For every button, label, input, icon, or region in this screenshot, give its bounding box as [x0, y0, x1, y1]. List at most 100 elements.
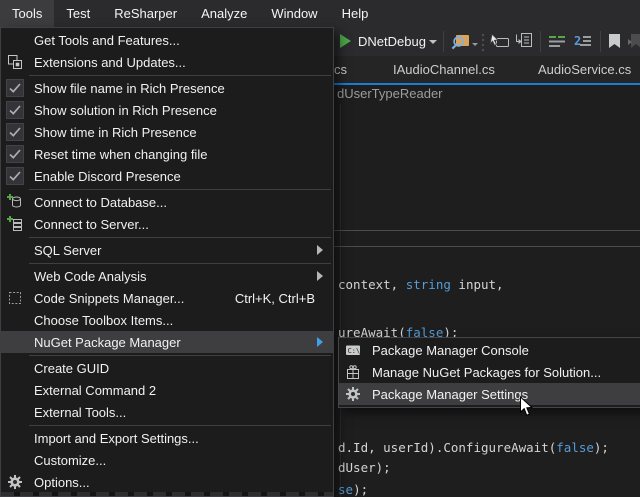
code-line: d.Id, userId).ConfigureAwait(false); [338, 440, 609, 456]
menubar-item-resharper[interactable]: ReSharper [102, 0, 189, 27]
code-line: dUser); [338, 460, 391, 476]
check-icon [6, 145, 24, 163]
tools-menu-item-choose-toolbox-items[interactable]: Choose Toolbox Items... [1, 309, 333, 331]
database-add-icon [5, 193, 25, 211]
code-editor[interactable]: context, string input,ureAwait(false);d.… [334, 104, 640, 497]
debug-target-dropdown[interactable]: DNetDebug [358, 27, 426, 56]
empty-icon-slot [5, 381, 25, 399]
check-icon [6, 123, 24, 141]
tools-menu-item-show-file-name-in-rich-presence[interactable]: Show file name in Rich Presence [1, 77, 333, 99]
tools-menu-item-options[interactable]: Options... [1, 471, 333, 493]
menu-item-label: Choose Toolbox Items... [34, 313, 329, 328]
menu-item-shortcut: Ctrl+K, Ctrl+B [235, 291, 315, 306]
code-keyword: string [406, 277, 451, 292]
check-icon [6, 101, 24, 119]
empty-icon-slot [5, 403, 25, 421]
dropdown-caret-icon[interactable] [429, 40, 437, 44]
navigate-to-icon[interactable] [490, 34, 510, 54]
tools-menu-item-nuget-package-manager[interactable]: NuGet Package Manager [1, 331, 333, 353]
debug-target-label: DNetDebug [358, 34, 426, 49]
tools-menu-item-create-guid[interactable]: Create GUID [1, 357, 333, 379]
tab-audioservice-cs[interactable]: AudioService.cs [538, 56, 631, 83]
tools-menu-item-extensions-and-updates[interactable]: Extensions and Updates... [1, 51, 333, 73]
tools-menu-item-customize[interactable]: Customize... [1, 449, 333, 471]
menu-item-label: Package Manager Settings [372, 387, 639, 402]
empty-icon-slot [5, 359, 25, 377]
menu-item-label: Code Snippets Manager... [34, 291, 235, 306]
menubar-item-test[interactable]: Test [54, 0, 102, 27]
nuget-submenu: C:\Package Manager Console Manage NuGet P… [338, 337, 640, 408]
tools-menu-item-show-solution-in-rich-presence[interactable]: Show solution in Rich Presence [1, 99, 333, 121]
code-line: context, string input, [338, 277, 504, 293]
menu-item-label: Manage NuGet Packages for Solution... [372, 365, 639, 380]
code-keyword: false [556, 440, 594, 455]
menu-item-label: External Tools... [34, 405, 329, 420]
collapsed-region-line [334, 246, 640, 247]
copy-code-lines-icon[interactable] [514, 32, 533, 54]
tools-menu: Get Tools and Features... Extensions and … [0, 27, 334, 497]
menu-item-label: Options... [34, 475, 329, 490]
toolbar-separator [600, 31, 601, 52]
run-icon[interactable] [340, 34, 351, 48]
nuget-package-icon [343, 363, 363, 381]
code-line: se); [338, 482, 368, 497]
tools-menu-separator [29, 237, 331, 238]
tools-menu-item-connect-to-server[interactable]: Connect to Server... [1, 213, 333, 235]
find-in-files-icon[interactable] [451, 33, 470, 55]
menubar-item-window[interactable]: Window [259, 0, 329, 27]
empty-icon-slot [5, 267, 25, 285]
check-icon [6, 79, 24, 97]
bookmark-icon[interactable] [608, 33, 621, 54]
code-text: input, [451, 277, 504, 292]
tools-menu-item-enable-discord-presence[interactable]: Enable Discord Presence [1, 165, 333, 187]
format-document-icon[interactable]: 2 [574, 34, 592, 53]
menubar-item-analyze[interactable]: Analyze [189, 0, 259, 27]
snippets-icon [5, 289, 25, 307]
tab-iaudiochannel-cs[interactable]: IAudioChannel.cs [393, 56, 495, 83]
find-caret-icon[interactable] [472, 43, 478, 46]
tools-menu-item-external-command-2[interactable]: External Command 2 [1, 379, 333, 401]
tools-menu-item-import-and-export-settings[interactable]: Import and Export Settings... [1, 427, 333, 449]
tools-menu-item-show-time-in-rich-presence[interactable]: Show time in Rich Presence [1, 121, 333, 143]
nuget-submenu-item-manage-nuget-packages-for-solution[interactable]: Manage NuGet Packages for Solution... [339, 361, 640, 383]
tools-menu-item-sql-server[interactable]: SQL Server [1, 239, 333, 261]
tab-cs[interactable]: cs [334, 56, 347, 83]
menu-item-label: Get Tools and Features... [34, 33, 329, 48]
menu-item-label: SQL Server [34, 243, 317, 258]
menu-item-label: Show solution in Rich Presence [34, 103, 329, 118]
tools-menu-item-connect-to-database[interactable]: Connect to Database... [1, 191, 333, 213]
indent-lines-icon[interactable] [548, 35, 566, 53]
tools-menu-separator [29, 263, 331, 264]
console-icon: C:\ [343, 341, 363, 359]
code-text: ); [594, 440, 609, 455]
tools-menu-item-reset-time-when-changing-file[interactable]: Reset time when changing file [1, 143, 333, 165]
code-text: context, [338, 277, 406, 292]
server-add-icon [5, 215, 25, 233]
bookmark-disabled-icon[interactable] [628, 33, 640, 54]
tools-menu-separator [29, 425, 331, 426]
menu-item-label: Reset time when changing file [34, 147, 329, 162]
menu-item-label: Connect to Server... [34, 217, 329, 232]
submenu-arrow-icon [317, 337, 324, 347]
menubar-item-tools[interactable]: Tools [0, 0, 54, 27]
menu-item-label: Create GUID [34, 361, 329, 376]
nuget-submenu-item-package-manager-console[interactable]: C:\Package Manager Console [339, 339, 640, 361]
code-text: d.Id, userId).ConfigureAwait( [338, 440, 556, 455]
breadcrumb[interactable]: dUserTypeReader [337, 86, 443, 101]
menu-item-label: Enable Discord Presence [34, 169, 329, 184]
menubar-item-help[interactable]: Help [330, 0, 381, 27]
empty-icon-slot [5, 31, 25, 49]
submenu-arrow-icon [317, 245, 324, 255]
menu-item-label: NuGet Package Manager [34, 335, 317, 350]
tools-menu-item-external-tools[interactable]: External Tools... [1, 401, 333, 423]
menu-item-label: Extensions and Updates... [34, 55, 329, 70]
empty-icon-slot [5, 451, 25, 469]
tools-menu-item-get-tools-and-features[interactable]: Get Tools and Features... [1, 29, 333, 51]
empty-icon-slot [5, 311, 25, 329]
nuget-submenu-item-package-manager-settings[interactable]: Package Manager Settings [339, 383, 640, 405]
tools-menu-item-code-snippets-manager[interactable]: Code Snippets Manager...Ctrl+K, Ctrl+B [1, 287, 333, 309]
tools-menu-item-web-code-analysis[interactable]: Web Code Analysis [1, 265, 333, 287]
code-text: ); [353, 482, 368, 497]
menu-item-label: Show file name in Rich Presence [34, 81, 329, 96]
tools-menu-separator [29, 355, 331, 356]
